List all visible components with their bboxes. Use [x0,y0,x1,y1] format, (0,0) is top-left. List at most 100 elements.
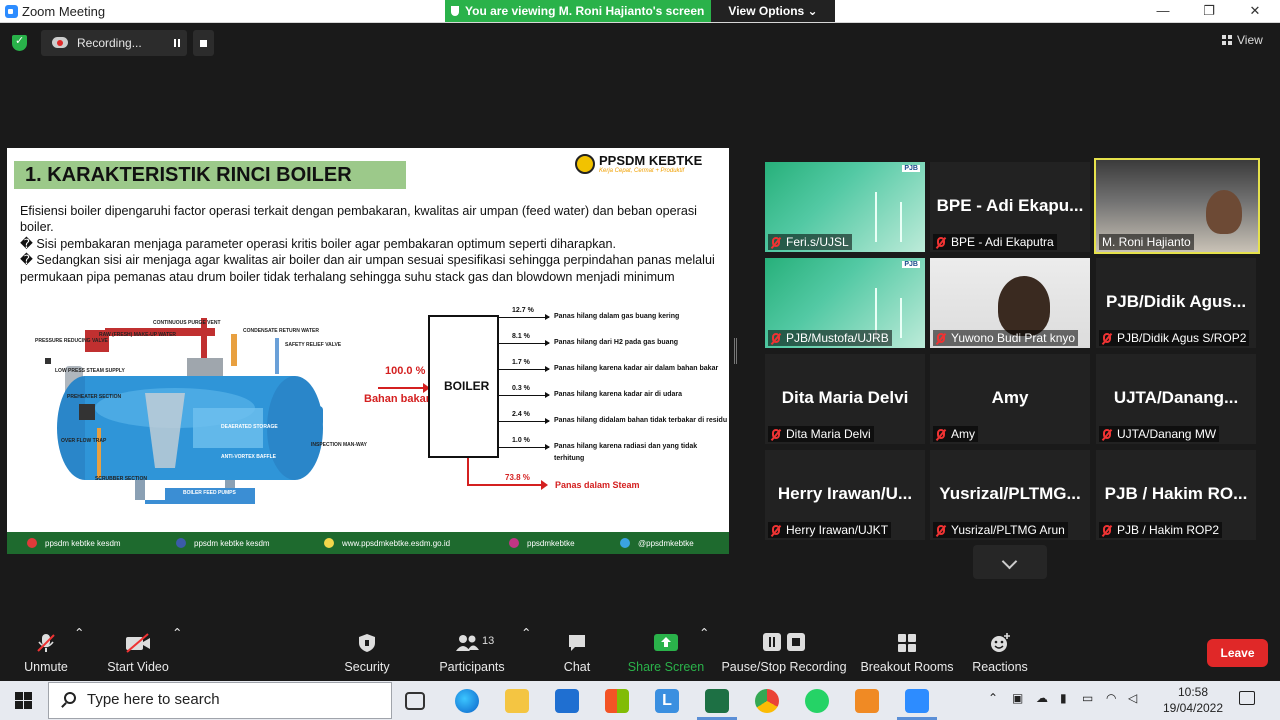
task-view-icon[interactable] [405,692,425,710]
loss-arrow [499,444,550,450]
label-raw-water: RAW (FRESH) MAKE-UP WATER [99,332,177,338]
stop-recording-button[interactable] [193,30,214,56]
label-inspection: INSPECTION MAN-WAY [311,442,367,448]
participants-icon [456,635,479,651]
participants-button[interactable]: 13 Participants [436,625,508,681]
excel-icon[interactable] [697,689,737,720]
steam-arrow-vertical [467,458,469,486]
edge-browser-icon[interactable] [455,689,479,713]
participant-name-tag: M. Roni Hajianto [1099,234,1194,250]
participant-tile[interactable]: BPE - Adi Ekapu... BPE - Adi Ekaputra [930,162,1090,252]
launcher-l-icon[interactable]: L [655,689,679,713]
label-scrubber: SCRUBBER SECTION [95,476,147,482]
participant-name: Yuwono Budi Prat knyo [951,331,1076,345]
participant-tile[interactable]: PJB Feri.s/UJSL [765,162,925,252]
loss-label: Panas hilang karena kadar air dalam baha… [554,365,719,372]
tray-app-icon[interactable]: ▣ [1012,691,1023,705]
tray-overflow-icon[interactable]: ⌃ [988,691,998,705]
onedrive-icon[interactable]: ☁ [1036,691,1048,705]
windows-taskbar: L ⌃ ▣ ☁ ▮ ▭ ◠ ◁ 10:58 19/04/2022 [0,681,1280,720]
footer-label: ppsdmkebtke [527,539,575,548]
view-button[interactable]: View [1222,33,1263,47]
security-button[interactable]: Security [336,625,398,681]
security-shield-icon[interactable] [12,34,27,51]
participant-tile[interactable]: UJTA/Danang... UJTA/Danang MW [1096,354,1256,444]
share-screen-button[interactable]: Share Screen [626,625,706,681]
battery-icon[interactable]: ▭ [1082,691,1093,705]
audio-options-caret[interactable]: ⌃ [74,625,84,681]
store-icon[interactable] [605,689,629,713]
microphone-tray-icon[interactable]: ▮ [1060,691,1067,705]
gallery-next-page-button[interactable] [973,545,1047,579]
participant-display-name: Herry Irawan/U... [777,484,913,503]
muted-mic-icon [1103,333,1111,343]
boiler-box-label: BOILER [444,379,490,393]
restore-button[interactable]: ❐ [1186,0,1232,23]
slide-footer: ppsdm kebtke kesdm ppsdm kebtke kesdm ww… [7,532,729,554]
turbine-icon [900,202,902,242]
breakout-rooms-label: Breakout Rooms [860,660,954,674]
chat-button[interactable]: Chat [556,625,598,681]
unmute-button[interactable]: Unmute [14,625,78,681]
reactions-button[interactable]: Reactions [968,625,1032,681]
close-button[interactable]: ✕ [1232,0,1278,23]
video-options-caret[interactable]: ⌃ [172,625,182,681]
boiler-box: BOILER [428,315,499,458]
slide-bullet-1: � Sisi pembakaran menjaga parameter oper… [20,236,617,251]
panel-splitter[interactable] [734,338,737,364]
view-options-button[interactable]: View Options ⌄ [711,0,835,22]
participant-tile[interactable]: Yuwono Budi Prat knyo [930,258,1090,348]
participant-tile[interactable]: PJB / Hakim RO... PJB / Hakim ROP2 [1096,450,1256,540]
mail-icon[interactable] [555,689,579,713]
breakout-rooms-button[interactable]: Breakout Rooms [858,625,956,681]
participant-name-tag: Herry Irawan/UJKT [768,522,892,538]
participant-name: PJB/Didik Agus S/ROP2 [1117,331,1247,345]
windows-start-icon[interactable] [15,692,32,709]
file-explorer-icon[interactable] [505,689,529,713]
footer-label: @ppsdmkebtke [638,539,694,548]
minimize-button[interactable]: — [1140,0,1186,23]
window-titlebar: Zoom Meeting You are viewing M. Roni Haj… [0,0,1280,23]
participant-tile[interactable]: Dita Maria Delvi Dita Maria Delvi [765,354,925,444]
participant-tile[interactable]: PJB PJB/Mustofa/UJRB [765,258,925,348]
participants-options-caret[interactable]: ⌃ [521,625,531,681]
active-speaker-tile[interactable]: M. Roni Hajianto [1094,158,1260,254]
participant-name-tag: Dita Maria Delvi [768,426,874,442]
recording-indicator: Recording... [41,30,187,56]
start-video-button[interactable]: Start Video [102,625,174,681]
pause-stop-recording-button[interactable]: Pause/Stop Recording [720,625,848,681]
participant-tile[interactable]: Amy Amy [930,354,1090,444]
zoom-taskbar-icon[interactable] [897,689,937,720]
leave-button[interactable]: Leave [1207,639,1268,667]
footer-instagram: ppsdmkebtke [509,538,575,548]
taskbar-clock[interactable]: 10:58 19/04/2022 [1158,684,1228,716]
loss-pct: 0.3 % [512,385,530,392]
share-options-caret[interactable]: ⌃ [699,625,709,681]
participant-name: UJTA/Danang MW [1117,427,1217,441]
participant-video [1206,190,1242,234]
wifi-icon[interactable]: ◠ [1106,691,1116,705]
viewing-banner: You are viewing M. Roni Hajianto's scree… [445,0,711,22]
participant-tile[interactable]: Yusrizal/PLTMG... Yusrizal/PLTMG Arun [930,450,1090,540]
volume-icon[interactable]: ◁ [1128,691,1137,705]
whatsapp-icon[interactable] [805,689,829,713]
pause-recording-button[interactable] [167,30,187,56]
logo-tagline: Kerja Cepat, Cermat + Produktif [599,168,685,174]
participant-tile[interactable]: Herry Irawan/U... Herry Irawan/UJKT [765,450,925,540]
label-pressure-valve: PRESSURE REDUCING VALVE [35,338,108,344]
participant-display-name: PJB / Hakim RO... [1104,484,1248,503]
loss-row: 1.7 % Panas hilang karena kadar air dala… [499,359,727,379]
taskbar-search[interactable] [48,682,392,719]
slide-bullet-2: � Sedangkan sisi air menjaga agar kwalit… [20,253,715,284]
label-antivortex: ANTI-VORTEX BAFFLE [221,454,276,460]
chrome-icon[interactable] [755,689,779,713]
loss-arrow [499,314,550,320]
clock-date: 19/04/2022 [1162,701,1224,715]
notification-icon[interactable] [1239,691,1255,705]
taskbar-search-input[interactable] [87,691,377,708]
start-video-label: Start Video [107,660,169,674]
participant-tile[interactable]: PJB/Didik Agus... PJB/Didik Agus S/ROP2 [1096,258,1256,348]
instagram-icon [509,538,519,548]
app-orange-icon[interactable] [855,689,879,713]
loss-pct: 2.4 % [512,411,530,418]
